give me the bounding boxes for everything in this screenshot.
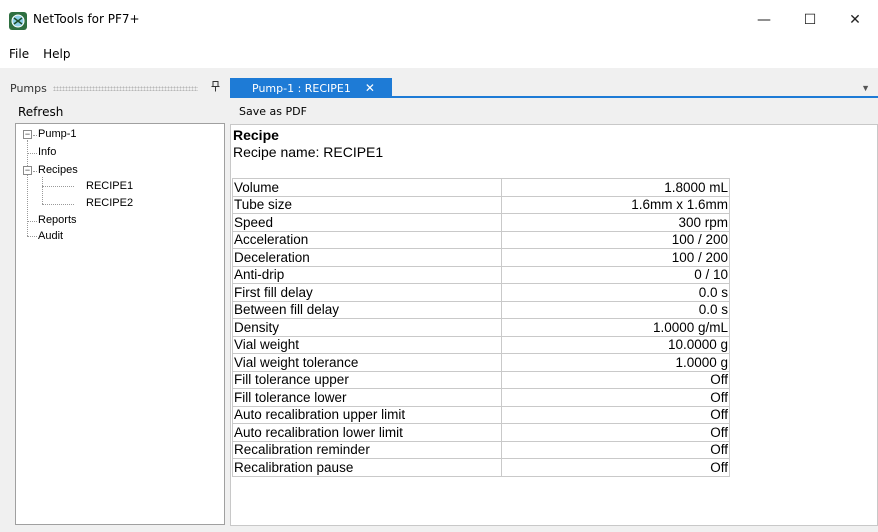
table-row: Vial weight tolerance 1.0000 g [232,353,730,372]
tree-node-reports[interactable]: Reports [38,214,77,227]
table-row: Fill tolerance upper Off [232,370,730,389]
recipe-parameter-value: 300 rpm [501,213,730,232]
recipe-parameter-name: Fill tolerance lower [232,388,502,407]
recipe-parameter-name: Acceleration [232,230,502,249]
recipe-parameter-name: Auto recalibration upper limit [232,405,502,424]
table-row: Density 1.0000 g/mL [232,318,730,337]
menu-bar: File Help [0,40,878,68]
table-row: Speed 300 rpm [232,213,730,232]
menu-file[interactable]: File [2,40,36,68]
recipe-parameter-name: First fill delay [232,283,502,302]
recipe-parameter-name: Volume [232,178,502,197]
recipe-parameter-name: Recalibration pause [232,458,502,477]
recipe-parameter-name: Auto recalibration lower limit [232,423,502,442]
table-row: Auto recalibration lower limit Off [232,423,730,442]
table-row: Volume 1.8000 mL [232,178,730,197]
table-row: Fill tolerance lower Off [232,388,730,407]
recipe-parameter-value: 0.0 s [501,283,730,302]
table-row: Between fill delay 0.0 s [232,300,730,319]
recipe-parameter-value: Off [501,423,730,442]
recipe-parameter-value: Off [501,370,730,389]
app-icon [9,12,27,30]
pin-icon[interactable] [208,81,222,95]
pumps-tree: − Pump-1 Info − Recipes RECIPE1 RECIPE2 … [15,123,225,525]
recipe-parameter-value: 0 / 10 [501,265,730,284]
pumps-panel-header: Pumps [10,78,222,98]
recipe-heading: Recipe [233,127,279,143]
tree-node-info[interactable]: Info [38,146,56,159]
tree-connector [27,153,37,154]
table-row: First fill delay 0.0 s [232,283,730,302]
pin-icon-glyph [211,81,219,92]
maximize-button[interactable]: ☐ [787,0,833,40]
recipe-parameter-value: Off [501,440,730,459]
content-toolbar: Save as PDF [230,100,878,124]
recipe-parameter-name: Vial weight tolerance [232,353,502,372]
recipe-name-line: Recipe name: RECIPE1 [233,144,384,160]
tree-connector [33,135,37,136]
recipe-parameter-value: Off [501,458,730,477]
recipe-parameter-name: Tube size [232,195,502,214]
tree-connector [42,204,74,205]
recipe-parameter-name: Between fill delay [232,300,502,319]
recipe-parameter-value: Off [501,388,730,407]
tree-node-recipe2[interactable]: RECIPE2 [86,197,133,210]
tab-label: Pump-1 : RECIPE1 [252,81,351,95]
tree-node-recipes[interactable]: Recipes [38,164,78,177]
table-row: Deceleration 100 / 200 [232,248,730,267]
recipe-view: Recipe Recipe name: RECIPE1 Volume 1.8000… [230,124,878,526]
document-tab-strip: Pump-1 : RECIPE1 ✕ ▼ [230,78,878,98]
recipe-parameter-name: Density [232,318,502,337]
table-row: Tube size 1.6mm x 1.6mm [232,195,730,214]
tree-connector [27,221,37,222]
menu-help[interactable]: Help [36,40,77,68]
title-bar: NetTools for PF7+ — ☐ ✕ [0,0,878,40]
recipe-parameter-name: Speed [232,213,502,232]
tab-pump-1-recipe1[interactable]: Pump-1 : RECIPE1 ✕ [230,78,392,98]
tree-connector [33,171,37,172]
pumps-panel-title: Pumps [10,81,47,95]
recipe-parameter-value: Off [501,405,730,424]
window-title: NetTools for PF7+ [33,12,140,26]
table-row: Anti-drip 0 / 10 [232,265,730,284]
recipe-table: Volume 1.8000 mL Tube size 1.6mm x 1.6mm Spe… [232,178,730,477]
collapse-toggle-recipes[interactable]: − [23,166,32,175]
recipe-parameter-value: 100 / 200 [501,248,730,267]
table-row: Vial weight 10.0000 g [232,335,730,354]
recipe-parameter-value: 100 / 200 [501,230,730,249]
refresh-button[interactable]: Refresh [16,102,65,122]
table-row: Acceleration 100 / 200 [232,230,730,249]
table-row: Auto recalibration upper limit Off [232,405,730,424]
minimize-button[interactable]: — [741,0,787,40]
table-row: Recalibration reminder Off [232,440,730,459]
recipe-parameter-value: 1.0000 g [501,353,730,372]
recipe-parameter-name: Vial weight [232,335,502,354]
recipe-parameter-name: Recalibration reminder [232,440,502,459]
recipe-parameter-value: 1.8000 mL [501,178,730,197]
tab-close-icon[interactable]: ✕ [365,81,375,95]
panel-grip[interactable] [52,85,198,91]
close-window-button[interactable]: ✕ [832,0,878,40]
nettools-app-icon [11,14,25,28]
recipe-parameter-name: Fill tolerance upper [232,370,502,389]
recipe-parameter-value: 10.0000 g [501,335,730,354]
tree-node-audit[interactable]: Audit [38,230,63,243]
tree-connector [42,177,43,204]
save-as-pdf-button[interactable]: Save as PDF [239,104,307,120]
tree-node-pump-1[interactable]: Pump-1 [38,128,77,141]
recipe-parameter-name: Anti-drip [232,265,502,284]
tree-node-recipe1[interactable]: RECIPE1 [86,180,133,193]
recipe-parameter-value: 1.0000 g/mL [501,318,730,337]
recipe-parameter-name: Deceleration [232,248,502,267]
collapse-toggle-pump[interactable]: − [23,130,32,139]
tree-connector [42,186,74,187]
recipe-parameter-value: 1.6mm x 1.6mm [501,195,730,214]
table-row: Recalibration pause Off [232,458,730,477]
tree-connector [27,236,37,237]
recipe-parameter-value: 0.0 s [501,300,730,319]
tab-list-dropdown-icon[interactable]: ▼ [861,83,870,93]
